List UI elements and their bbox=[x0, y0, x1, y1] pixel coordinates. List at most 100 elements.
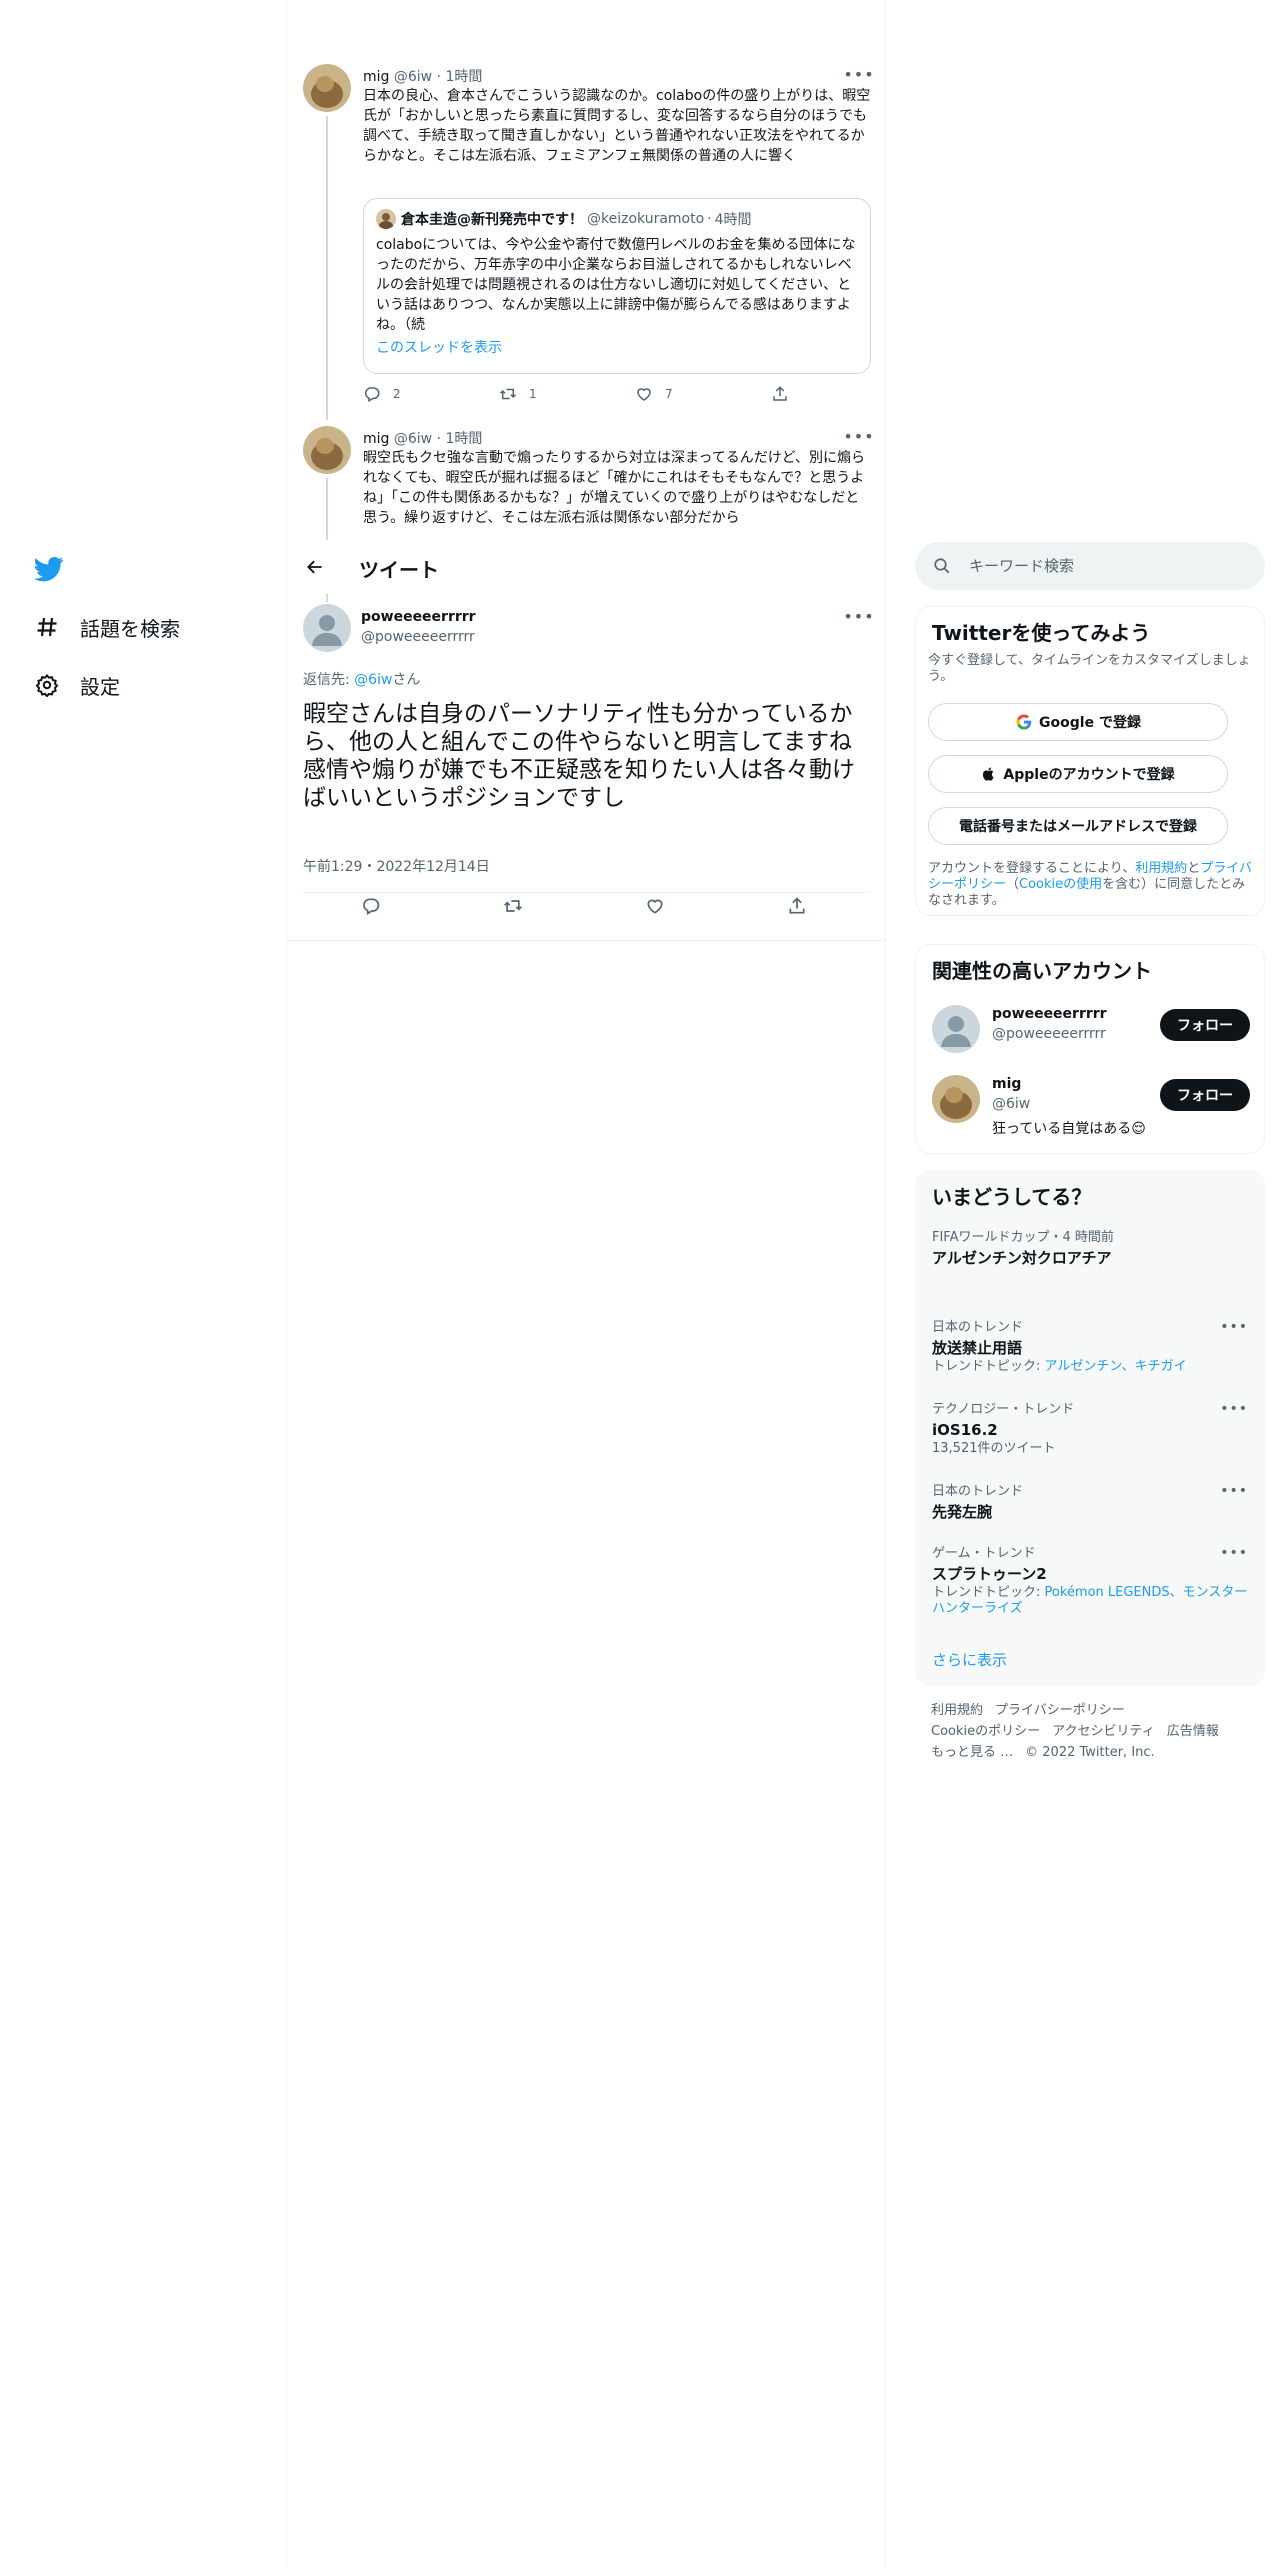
gear-icon bbox=[34, 672, 60, 698]
reply-to-link[interactable]: @6iw bbox=[354, 672, 392, 688]
trend-meta: 日本のトレンド bbox=[932, 1320, 1024, 1335]
page-title: ツイート bbox=[359, 558, 439, 582]
trend-item[interactable]: 日本のトレンド 放送禁止用語 トレンドトピック: アルゼンチン、キチガイ ••• bbox=[932, 1319, 1248, 1375]
nav-item-settings[interactable]: 設定 bbox=[34, 665, 120, 705]
author-handle[interactable]: @6iw bbox=[394, 69, 432, 85]
like-button[interactable] bbox=[645, 896, 677, 916]
trend-name: アルゼンチン対クロアチア bbox=[932, 1249, 1112, 1267]
button-label: Appleのアカウントで登録 bbox=[1003, 767, 1175, 783]
cookie-link[interactable]: Cookieの使用 bbox=[1019, 877, 1102, 892]
footer-privacy-link[interactable]: プライバシーポリシー bbox=[995, 1703, 1125, 1718]
author-name[interactable]: poweeeeerrrrr bbox=[361, 609, 476, 625]
footer-copyright: © 2022 Twitter, Inc. bbox=[1025, 1745, 1155, 1760]
avatar[interactable] bbox=[303, 64, 351, 112]
retweet-icon bbox=[504, 900, 522, 912]
follow-button[interactable]: フォロー bbox=[1160, 1079, 1250, 1111]
trend-tweet-count: 13,521件のツイート bbox=[932, 1441, 1056, 1456]
twitter-bird-icon[interactable] bbox=[33, 554, 64, 584]
quote-tweet[interactable]: 倉本圭造@新刊発売中です！ @keizokuramoto · 4時間 colab… bbox=[363, 198, 871, 374]
author-name[interactable]: mig bbox=[363, 69, 389, 85]
tweet-header: mig @6iw · 1時間 bbox=[363, 428, 482, 448]
like-button[interactable]: 7 bbox=[635, 385, 771, 403]
account-handle: @poweeeeerrrrr bbox=[992, 1026, 1106, 1042]
thread-connector bbox=[326, 594, 328, 602]
tweet-time[interactable]: 1時間 bbox=[445, 69, 482, 85]
thread-connector bbox=[326, 116, 328, 420]
account-handle: @6iw bbox=[992, 1096, 1031, 1112]
trend-topics-prefix: トレンドトピック: bbox=[932, 1585, 1045, 1600]
card-title: 関連性の高いアカウント bbox=[932, 959, 1152, 983]
dot-separator: · bbox=[707, 211, 712, 227]
reply-button[interactable] bbox=[361, 896, 393, 916]
dot-separator: · bbox=[436, 69, 442, 85]
more-horizontal-icon[interactable]: ••• bbox=[1220, 1319, 1248, 1335]
avatar[interactable] bbox=[303, 426, 351, 474]
account-bio: 狂っている自覚はある😌 bbox=[992, 1121, 1146, 1137]
footer-ads-link[interactable]: 広告情報 bbox=[1167, 1724, 1219, 1739]
author-handle[interactable]: @6iw bbox=[394, 431, 432, 447]
phone-email-signup-button[interactable]: 電話番号またはメールアドレスで登録 bbox=[928, 807, 1228, 845]
apple-signup-button[interactable]: Appleのアカウントで登録 bbox=[928, 755, 1228, 793]
trend-item[interactable]: 日本のトレンド 先発左腕 ••• bbox=[932, 1483, 1248, 1523]
arrow-left-icon[interactable] bbox=[301, 553, 329, 581]
more-horizontal-icon[interactable]: ••• bbox=[1220, 1545, 1248, 1561]
trend-meta: FIFAワールドカップ・4 時間前 bbox=[932, 1230, 1114, 1245]
show-thread-link[interactable]: このスレッドを表示 bbox=[376, 337, 502, 357]
trend-name: 放送禁止用語 bbox=[932, 1339, 1023, 1357]
author-name[interactable]: mig bbox=[363, 431, 389, 447]
trend-item[interactable]: ゲーム・トレンド スプラトゥーン2 トレンドトピック: Pokémon LEGE… bbox=[932, 1545, 1248, 1617]
divider bbox=[303, 892, 869, 893]
follow-button[interactable]: フォロー bbox=[1160, 1009, 1250, 1041]
heart-icon bbox=[647, 899, 663, 914]
tweet-time[interactable]: 1時間 bbox=[445, 431, 482, 447]
more-icon[interactable]: ••• bbox=[843, 64, 873, 84]
share-icon bbox=[773, 386, 787, 401]
trend-item[interactable]: テクノロジー・トレンド iOS16.2 13,521件のツイート ••• bbox=[932, 1401, 1248, 1457]
avatar[interactable] bbox=[932, 1005, 980, 1053]
reply-suffix: さん bbox=[392, 672, 421, 688]
footer-accessibility-link[interactable]: アクセシビリティ bbox=[1052, 1724, 1155, 1739]
footer-links: 利用規約 プライバシーポリシー Cookieのポリシー アクセシビリティ 広告情報 も… bbox=[931, 1700, 1251, 1763]
terms-link[interactable]: 利用規約 bbox=[1135, 861, 1187, 876]
nav-item-label: 話題を検索 bbox=[80, 616, 180, 641]
avatar[interactable] bbox=[303, 604, 351, 652]
search-box[interactable] bbox=[915, 542, 1265, 590]
show-more-link[interactable]: さらに表示 bbox=[932, 1649, 1007, 1670]
card-title: いまどうしてる？ bbox=[932, 1185, 1092, 1209]
retweet-button[interactable]: 1 bbox=[499, 385, 635, 403]
footer-cookie-link[interactable]: Cookieのポリシー bbox=[931, 1724, 1040, 1739]
button-label: 電話番号またはメールアドレスで登録 bbox=[959, 819, 1197, 835]
more-icon[interactable]: ••• bbox=[843, 606, 873, 626]
more-horizontal-icon[interactable]: ••• bbox=[1220, 1401, 1248, 1417]
footer-more-link[interactable]: もっと見る … bbox=[931, 1745, 1013, 1760]
nav-item-explore[interactable]: 話題を検索 bbox=[34, 607, 180, 647]
more-icon[interactable]: ••• bbox=[843, 426, 873, 446]
footer-terms-link[interactable]: 利用規約 bbox=[931, 1703, 983, 1718]
more-horizontal-icon[interactable]: ••• bbox=[1220, 1483, 1248, 1499]
heart-icon bbox=[637, 388, 651, 401]
google-signup-button[interactable]: Google で登録 bbox=[928, 703, 1228, 741]
trend-item[interactable]: FIFAワールドカップ・4 時間前 アルゼンチン対クロアチア bbox=[932, 1229, 1248, 1269]
hashtag-icon bbox=[34, 614, 60, 640]
share-button[interactable] bbox=[771, 385, 801, 403]
apple-icon bbox=[981, 765, 997, 783]
search-input[interactable] bbox=[969, 557, 1219, 575]
author-handle[interactable]: @poweeeeerrrrr bbox=[361, 629, 475, 645]
avatar[interactable] bbox=[932, 1075, 980, 1123]
trend-meta: 日本のトレンド bbox=[932, 1484, 1024, 1499]
tweet-header: mig @6iw · 1時間 bbox=[363, 66, 482, 86]
reply-icon bbox=[364, 387, 380, 403]
legal-text-part: アカウントを登録することにより、 bbox=[928, 861, 1136, 876]
dot-separator: · bbox=[436, 431, 442, 447]
trend-topics-links[interactable]: アルゼンチン、キチガイ bbox=[1045, 1359, 1187, 1374]
quote-author-handle: @keizokuramoto bbox=[587, 211, 705, 227]
tweet-text-line: 感情や煽りが嫌でも不正疑惑を知りたい人は各々動けばいいというポジションですし bbox=[303, 757, 855, 811]
reply-button[interactable]: 2 bbox=[363, 385, 499, 403]
reply-context: 返信先: @6iwさん bbox=[303, 669, 420, 689]
tweet-timestamp[interactable]: 午前1:29・2022年12月14日 bbox=[303, 856, 490, 876]
tweet-text: 日本の良心、倉本さんでこういう認識なのか。colaboの件の盛り上がりは、暇空氏… bbox=[363, 88, 871, 164]
share-button[interactable] bbox=[787, 896, 819, 916]
quote-avatar bbox=[376, 209, 396, 229]
retweet-button[interactable] bbox=[503, 896, 535, 916]
nav-item-label: 設定 bbox=[80, 674, 120, 699]
